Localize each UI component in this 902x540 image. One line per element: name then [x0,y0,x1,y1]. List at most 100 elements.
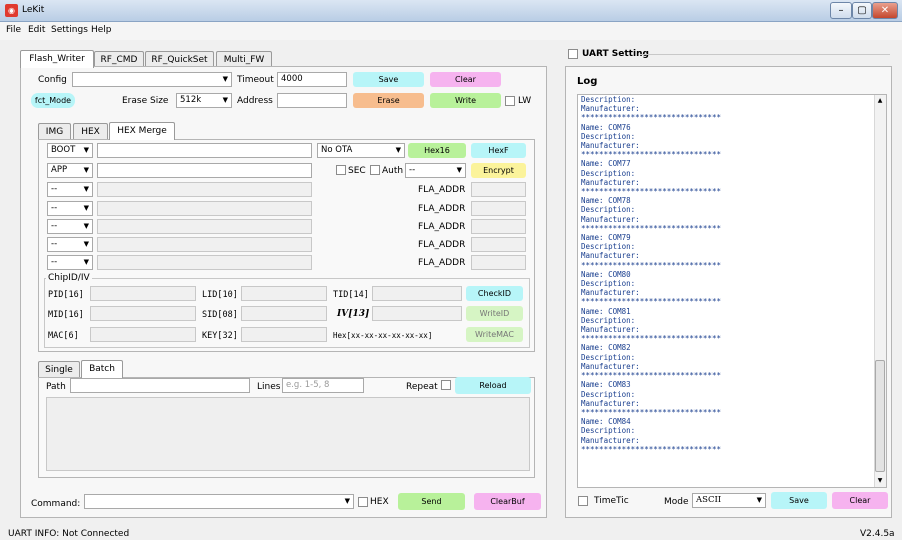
key-input[interactable] [241,327,327,342]
fla-addr-input[interactable] [471,255,526,270]
status-bar [0,526,902,540]
erase-button[interactable]: Erase [353,93,424,108]
hexf-button[interactable]: HexF [471,143,526,158]
extra-path-input[interactable] [97,182,312,197]
key-label: KEY[32] [202,331,238,341]
fla-addr-input[interactable] [471,237,526,252]
status-info: UART INFO: Not Connected [8,529,130,539]
fla-addr-input[interactable] [471,182,526,197]
uart-clear-button[interactable]: Clear [832,492,888,509]
path-input[interactable] [70,378,250,393]
checkid-button[interactable]: CheckID [466,286,523,301]
log-area[interactable]: Description: Manufacturer: *************… [577,94,887,488]
extra-path-input[interactable] [97,219,312,234]
save-button[interactable]: Save [353,72,424,87]
fla-addr-input[interactable] [471,201,526,216]
lines-label: Lines [257,382,281,392]
mac-input[interactable] [90,327,196,342]
chevron-down-icon: ▼ [83,204,89,212]
fla-addr-input[interactable] [471,219,526,234]
boot-path-input[interactable] [97,143,312,158]
uart-save-button[interactable]: Save [771,492,827,509]
extra-path-input[interactable] [97,237,312,252]
maximize-button[interactable]: ▢ [852,2,872,19]
timetic-checkbox[interactable] [578,496,588,506]
tab-flash-writer[interactable]: Flash_Writer [20,50,94,68]
fla-addr-label: FLA_ADDR [418,185,466,195]
iv-input[interactable] [372,306,462,321]
erase-size-select[interactable]: 512k ▼ [176,93,232,108]
reload-button[interactable]: Reload [455,377,531,394]
iv-label: IV[13] [337,309,370,319]
menu-file[interactable]: File [6,25,21,35]
auth-select[interactable]: -- ▼ [405,163,466,178]
clearbuf-button[interactable]: ClearBuf [474,493,541,510]
lines-input[interactable]: e.g. 1-5, 8 [282,378,364,393]
chevron-down-icon: ▼ [83,185,89,193]
menu-help[interactable]: Help [91,25,112,35]
app-path-input[interactable] [97,163,312,178]
scroll-up-icon[interactable]: ▲ [874,97,886,104]
extra-select[interactable]: -- ▼ [47,201,93,216]
fla-addr-label: FLA_ADDR [418,240,466,250]
uart-setting-checkbox[interactable] [568,49,578,59]
mode-select[interactable]: ASCII ▼ [692,493,766,508]
timeout-label: Timeout [237,75,274,85]
encrypt-button[interactable]: Encrypt [471,163,526,178]
log-text: Description: Manufacturer: *************… [581,95,721,454]
batch-list[interactable] [46,397,530,471]
log-scroll-thumb[interactable] [875,360,885,472]
lw-checkbox[interactable] [505,96,515,106]
erase-size-label: Erase Size [122,96,169,106]
minimize-button[interactable]: – [830,2,852,19]
writeid-button[interactable]: WriteID [466,306,523,321]
auth-checkbox[interactable] [370,165,380,175]
repeat-checkbox[interactable] [441,380,451,390]
sec-checkbox[interactable] [336,165,346,175]
menu-edit[interactable]: Edit [28,25,45,35]
app-select[interactable]: APP ▼ [47,163,93,178]
command-input[interactable]: ▼ [84,494,354,509]
mac-label: MAC[6] [48,331,79,341]
app-icon: ◉ [5,4,18,17]
tab-hex[interactable]: HEX [73,123,108,140]
pid-input[interactable] [90,286,196,301]
extra-path-input[interactable] [97,255,312,270]
address-input[interactable] [277,93,347,108]
hex16-button[interactable]: Hex16 [408,143,466,158]
fct-mode-button[interactable]: fct_Mode [31,93,75,108]
hex-checkbox[interactable] [358,497,368,507]
tab-img[interactable]: IMG [38,123,71,140]
writemac-button[interactable]: WriteMAC [466,327,523,342]
mid-input[interactable] [90,306,196,321]
fla-addr-label: FLA_ADDR [418,204,466,214]
menu-bar [0,22,902,40]
pid-label: PID[16] [48,290,84,300]
scroll-down-icon[interactable]: ▼ [874,477,886,484]
lid-label: LID[10] [202,290,238,300]
sid-input[interactable] [241,306,327,321]
tab-hex-merge[interactable]: HEX Merge [109,122,175,140]
version-label: V2.4.5a [860,529,895,539]
extra-path-input[interactable] [97,201,312,216]
menu-settings[interactable]: Settings [51,25,88,35]
extra-select[interactable]: -- ▼ [47,237,93,252]
close-button[interactable]: ✕ [872,2,898,19]
tid-input[interactable] [372,286,462,301]
send-button[interactable]: Send [398,493,465,510]
extra-select[interactable]: -- ▼ [47,219,93,234]
ota-select[interactable]: No OTA ▼ [317,143,405,158]
timeout-input[interactable]: 4000 [277,72,347,87]
mid-label: MID[16] [48,310,84,320]
lid-input[interactable] [241,286,327,301]
tab-batch[interactable]: Batch [81,360,123,378]
clear-button[interactable]: Clear [430,72,501,87]
config-select[interactable]: ▼ [72,72,232,87]
write-button[interactable]: Write [430,93,501,108]
window-title: LeKit [22,5,45,15]
tab-single[interactable]: Single [38,361,80,378]
title-bar [0,0,902,22]
boot-select[interactable]: BOOT ▼ [47,143,93,158]
extra-select[interactable]: -- ▼ [47,255,93,270]
extra-select[interactable]: -- ▼ [47,182,93,197]
